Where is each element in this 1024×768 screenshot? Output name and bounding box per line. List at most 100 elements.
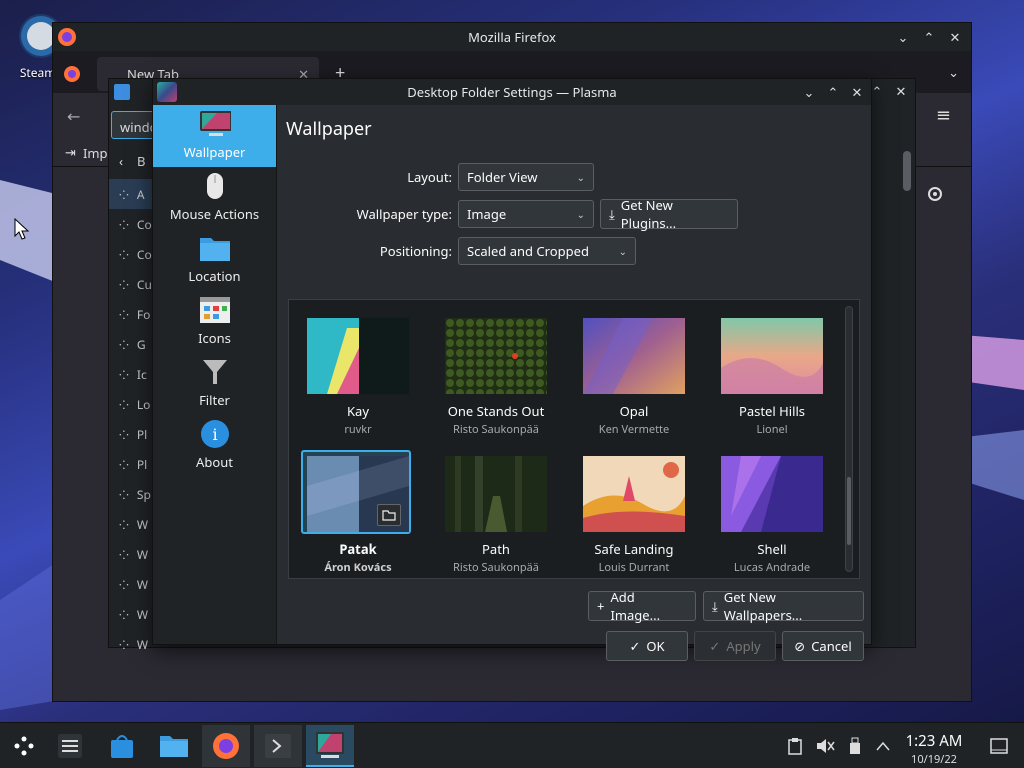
- hamburger-menu-icon[interactable]: ≡: [936, 103, 951, 127]
- wallpaper-tile-one-stands-out[interactable]: One Stands Out Risto Saukonpää: [435, 318, 557, 437]
- taskbar-firefox[interactable]: [202, 725, 250, 767]
- category-wallpaper[interactable]: Wallpaper: [153, 105, 276, 167]
- settings-back-button[interactable]: ‹ B: [109, 145, 155, 177]
- category-icon: ⁘: [119, 245, 129, 263]
- download-icon: ⤓: [712, 597, 718, 615]
- settings-category-row[interactable]: ⁘ W: [109, 569, 155, 599]
- cancel-button[interactable]: ⊘ Cancel: [782, 631, 864, 661]
- firefox-title: Mozilla Firefox: [468, 28, 556, 46]
- show-desktop-icon[interactable]: [988, 735, 1010, 757]
- category-icons[interactable]: Icons: [153, 291, 276, 353]
- settings-category-row[interactable]: ⁘ Co: [109, 209, 155, 239]
- settings-category-row[interactable]: ⁘ Fo: [109, 299, 155, 329]
- ok-button[interactable]: ✓ OK: [606, 631, 688, 661]
- apply-label: Apply: [726, 637, 761, 655]
- wallpaper-thumbnail: [445, 318, 547, 394]
- chevron-up-icon[interactable]: [872, 735, 894, 757]
- wallpaper-author: Áron Kovács: [324, 560, 392, 575]
- category-about[interactable]: i About: [153, 415, 276, 477]
- add-image-button[interactable]: + Add Image...: [588, 588, 696, 624]
- mouse-cursor-icon: [14, 218, 30, 240]
- settings-category-row[interactable]: ⁘ Ic: [109, 359, 155, 389]
- settings-scrollbar[interactable]: [903, 151, 911, 191]
- wallpaper-type-combo[interactable]: Image ⌄: [458, 200, 594, 228]
- app-launcher-button[interactable]: [0, 725, 48, 767]
- settings-category-row[interactable]: ⁘ Pl: [109, 449, 155, 479]
- taskbar-discover[interactable]: [98, 725, 146, 767]
- clock[interactable]: 1:23 AM 10/19/22: [898, 731, 970, 767]
- wallpaper-author: Risto Saukonpää: [453, 560, 539, 575]
- category-icon: ⁘: [119, 575, 129, 593]
- plus-icon: +: [597, 597, 605, 615]
- taskbar-dolphin[interactable]: [150, 725, 198, 767]
- minimize-button[interactable]: ⌄: [893, 27, 913, 47]
- close-button[interactable]: ✕: [945, 27, 965, 47]
- clipboard-icon[interactable]: [784, 735, 806, 757]
- tab-list-chevron-icon[interactable]: ⌄: [948, 63, 959, 81]
- wallpaper-author: Risto Saukonpää: [453, 422, 539, 437]
- get-new-plugins-button[interactable]: ⤓ Get New Plugins...: [600, 196, 738, 232]
- wallpaper-grid-scrollbar[interactable]: [845, 306, 853, 572]
- wallpaper-tile-path[interactable]: Path Risto Saukonpää: [435, 456, 557, 575]
- info-icon: i: [199, 419, 231, 449]
- wallpaper-thumbnail: [307, 318, 409, 394]
- wallpaper-tile-opal[interactable]: Opal Ken Vermette: [573, 318, 695, 437]
- wallpaper-tile-safe-landing[interactable]: Safe Landing Louis Durrant: [573, 456, 695, 575]
- settings-category-row[interactable]: ⁘ Co: [109, 239, 155, 269]
- category-mouse-actions[interactable]: Mouse Actions: [153, 167, 276, 229]
- wallpaper-tile-patak[interactable]: Patak Áron Kovács: [297, 450, 419, 575]
- import-bookmarks-label[interactable]: Imp: [83, 144, 108, 162]
- dialog-maximize-button[interactable]: ⌃: [823, 82, 843, 102]
- mouse-icon: [199, 171, 231, 201]
- import-bookmarks-icon[interactable]: ⇥: [65, 143, 76, 161]
- taskbar-system-settings[interactable]: [46, 725, 94, 767]
- settings-category-row[interactable]: ⁘ A: [109, 179, 155, 209]
- chevron-down-icon: ⌄: [576, 207, 585, 221]
- volume-muted-icon[interactable]: [814, 735, 836, 757]
- settings-category-row[interactable]: ⁘ W: [109, 509, 155, 539]
- settings-category-row[interactable]: ⁘ W: [109, 539, 155, 569]
- category-icon: ⁘: [119, 485, 129, 503]
- category-location[interactable]: Location: [153, 229, 276, 291]
- wallpaper-name: Safe Landing: [594, 540, 674, 558]
- removable-device-icon[interactable]: [844, 735, 866, 757]
- settings-row-label: W: [136, 605, 149, 623]
- taskbar-konsole[interactable]: [254, 725, 302, 767]
- settings-gear-icon[interactable]: [926, 185, 944, 207]
- settings-category-row[interactable]: ⁘ W: [109, 599, 155, 629]
- settings-row-label: W: [136, 575, 149, 593]
- wallpaper-tile-pastel-hills[interactable]: Pastel Hills Lionel: [711, 318, 833, 437]
- positioning-combo[interactable]: Scaled and Cropped ⌄: [458, 237, 636, 265]
- dialog-close-button[interactable]: ✕: [847, 82, 867, 102]
- positioning-row: Positioning: Scaled and Cropped ⌄: [266, 237, 636, 265]
- settings-category-row[interactable]: ⁘ G: [109, 329, 155, 359]
- category-icon: ⁘: [119, 515, 129, 533]
- maximize-button[interactable]: ⌃: [919, 27, 939, 47]
- layout-label: Layout:: [407, 168, 452, 186]
- open-folder-icon[interactable]: [377, 504, 401, 526]
- layout-combo[interactable]: Folder View ⌄: [458, 163, 594, 191]
- firefox-view-icon[interactable]: [63, 65, 81, 83]
- category-icon: ⁘: [119, 395, 129, 413]
- wallpaper-tile-shell[interactable]: Shell Lucas Andrade: [711, 456, 833, 575]
- wallpaper-tile-kay[interactable]: Kay ruvkr: [297, 318, 419, 437]
- settings-category-row[interactable]: ⁘ W: [109, 629, 155, 659]
- address-bar[interactable]: windo: [111, 111, 155, 139]
- wallpaper-grid[interactable]: Kay ruvkr One Stands Out Risto Saukonpää…: [288, 299, 860, 579]
- back-arrow-icon[interactable]: ←: [67, 105, 80, 127]
- taskbar-plasma-settings[interactable]: [306, 725, 354, 767]
- get-new-wallpapers-button[interactable]: ⤓ Get New Wallpapers...: [703, 588, 864, 624]
- settings-row-label: G: [136, 335, 146, 353]
- system-settings-icon: [114, 84, 130, 100]
- settings-category-row[interactable]: ⁘ Cu: [109, 269, 155, 299]
- scrollbar-thumb[interactable]: [847, 477, 851, 545]
- settings-row-label: W: [136, 545, 149, 563]
- category-filter[interactable]: Filter: [153, 353, 276, 415]
- settings-category-row[interactable]: ⁘ Pl: [109, 419, 155, 449]
- apply-button[interactable]: ✓ Apply: [694, 631, 776, 661]
- settings-category-row[interactable]: ⁘ Sp: [109, 479, 155, 509]
- settings-category-row[interactable]: ⁘ Lo: [109, 389, 155, 419]
- dialog-minimize-button[interactable]: ⌄: [799, 82, 819, 102]
- settings-close-button[interactable]: ✕: [891, 81, 911, 101]
- page-title: Wallpaper: [286, 117, 372, 141]
